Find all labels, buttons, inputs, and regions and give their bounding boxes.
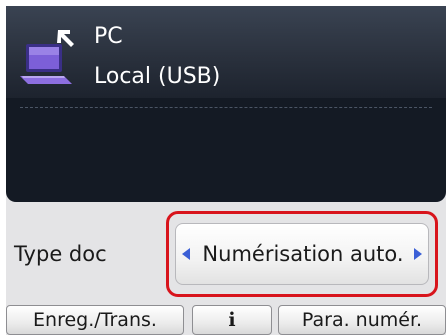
laptop-icon: [20, 30, 74, 84]
document-type-setting: Type doc Numérisation auto.: [6, 211, 446, 301]
setting-label: Type doc: [14, 242, 107, 266]
arrow-left-icon[interactable]: [182, 248, 190, 260]
document-type-value: Numérisation auto.: [202, 242, 404, 266]
scan-settings-button[interactable]: Para. numér.: [278, 305, 446, 335]
info-button[interactable]: i: [192, 305, 272, 335]
arrow-right-icon[interactable]: [414, 248, 422, 260]
destination-connection: Local (USB): [94, 64, 221, 89]
function-button-bar: Enreg./Trans. i Para. numér.: [6, 305, 446, 335]
document-type-selector[interactable]: Numérisation auto.: [175, 223, 429, 285]
printer-scan-screen: PC Local (USB) Type doc Numérisation aut…: [6, 6, 446, 335]
divider: [20, 107, 432, 108]
destination-name: PC: [94, 24, 123, 49]
destination-panel[interactable]: PC Local (USB): [6, 6, 446, 202]
save-transfer-button[interactable]: Enreg./Trans.: [6, 305, 184, 335]
highlight-frame: Numérisation auto.: [166, 211, 438, 297]
